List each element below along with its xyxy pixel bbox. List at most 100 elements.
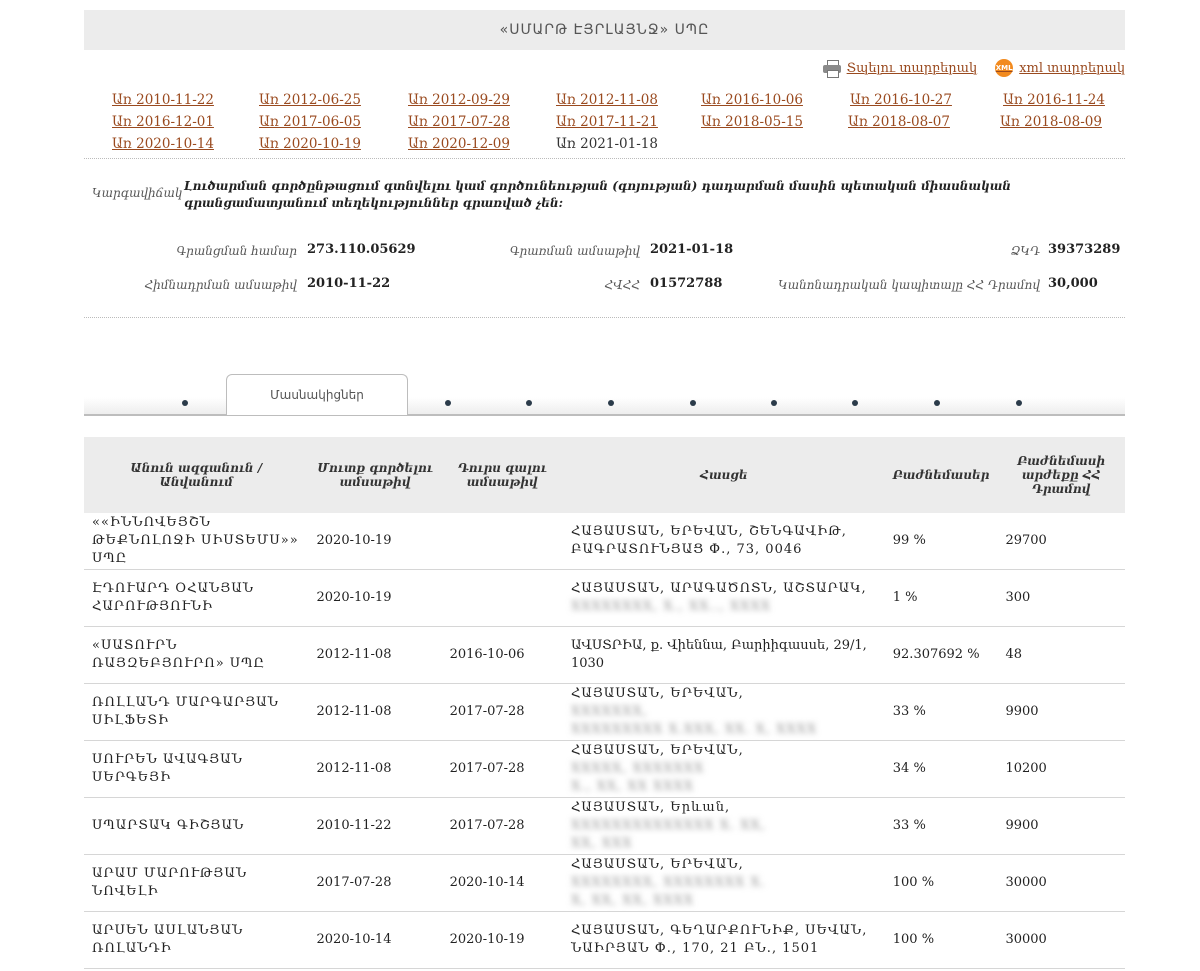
date-link[interactable]: Առ 2012-09-29: [408, 92, 510, 108]
status-text: Լուծարման գործընթացում գտնվելու կամ գործ…: [184, 179, 1011, 210]
code-label: ՁԿԴ: [1010, 244, 1040, 258]
actions-bar: Տպելու տարբերակ XML xml տարբերակ: [822, 58, 1125, 78]
participant-name: ««ԻՆՆՈՎԵՅՇՆ ԹԵՔՆՈԼՈՋԻ ՍԻՍՏԵՄՍ»» ՍՊԸ: [84, 513, 309, 570]
tab-dot[interactable]: [934, 400, 940, 406]
redacted-address: XXXXXXX, XXXXXXXXX X.XXX, XX. X, XXXX: [570, 704, 818, 737]
print-version-link[interactable]: Տպելու տարբերակ: [822, 58, 977, 78]
address-text: ՀԱՅԱՍՏԱՆ, Երևան,: [570, 800, 731, 815]
share-percent: 100 %: [884, 854, 998, 912]
date-link[interactable]: Առ 2017-11-21: [556, 114, 658, 130]
participant-name: ԷԴՈՒԱՐԴ ՕՀԱՆՅԱՆ ՀԱՐՈՒԹՅՈՒՆԻ: [84, 569, 309, 627]
tab-dot[interactable]: [690, 400, 696, 406]
share-percent: 33 %: [884, 683, 998, 741]
date-link[interactable]: Առ 2017-06-05: [259, 114, 361, 130]
share-percent: 99 %: [884, 513, 998, 570]
tab-dot[interactable]: [608, 400, 614, 406]
redacted-address: XXXXXXXX, X., XX.., XXXX: [570, 599, 771, 614]
share-percent: 92.307692 %: [884, 626, 998, 684]
history-dates: Առ 2010-11-22 Առ 2012-06-25 Առ 2012-09-2…: [84, 92, 1125, 158]
exit-date: 2016-10-06: [441, 626, 563, 684]
share-value: 29700: [997, 513, 1125, 570]
printer-icon: [822, 60, 841, 78]
company-extract: «ՍՄԱՐԹ ԷՅՐԼԱՅՆՋ» ՍՊԸ Տպելու տարբերակ XML…: [84, 10, 1125, 969]
participant-name: ՍՊԱՐՏԱԿ ԳԻՇՅԱՆ: [84, 797, 309, 855]
address-text: ՀԱՅԱՍՏԱՆ, ԵՐԵՎԱՆ,: [570, 743, 744, 758]
exit-date: 2017-07-28: [441, 683, 563, 741]
record-date-label: Գրառման ամսաթիվ: [509, 244, 640, 258]
xml-icon: XML: [995, 59, 1014, 77]
table-row: ՌՈԼԼԱՆԴ ՄԱՐԳԱՐՅԱՆ ՍԻԼՖԵՏԻ 2012-11-08 201…: [84, 683, 1125, 741]
share-value: 30000: [997, 854, 1125, 912]
date-link[interactable]: Առ 2016-10-06: [701, 92, 803, 108]
table-row: «ՍԱՏՈՒՐՆ ՌԱՅԶԵԲՅՈՒՐՈ» ՍՊԸ 2012-11-08 201…: [84, 626, 1125, 684]
address: ՀԱՅԱՍՏԱՆ, Երևան, XXXXXXXXXXXXXX X. XX, XX…: [562, 797, 885, 855]
date-link[interactable]: Առ 2018-05-15: [701, 114, 803, 130]
address: ՀԱՅԱՍՏԱՆ, ԵՐԵՎԱՆ, XXXXXXXX, XXXXXXXX X. X…: [562, 854, 885, 912]
column-header-entry-date: Մուտք գործելու ամսաթիվ: [308, 437, 442, 513]
tab-dot[interactable]: [526, 400, 532, 406]
date-link[interactable]: Առ 2012-11-08: [556, 92, 658, 108]
entry-date: 2012-11-08: [308, 626, 442, 684]
column-header-shares: Բաժնեմասեր: [884, 437, 998, 513]
address-text: ՀԱՅԱՍՏԱՆ, ԵՐԵՎԱՆ,: [570, 857, 744, 872]
status-label: Կարգավիճակ: [92, 186, 183, 200]
address: ՀԱՅԱՍՏԱՆ, ԵՐԵՎԱՆ, ՇԵՆԳԱՎԻԹ, ԲԱԳՐԱՏՈՒՆՅԱՑ…: [562, 513, 885, 570]
tin-label: ՀՎՀՀ: [604, 278, 640, 292]
date-link[interactable]: Առ 2016-10-27: [850, 92, 952, 108]
entry-date: 2020-10-19: [308, 569, 442, 627]
tab-dot[interactable]: [1016, 400, 1022, 406]
tab-participants[interactable]: Մասնակիցներ: [226, 374, 408, 415]
column-header-exit-date: Դուրս գալու ամսաթիվ: [441, 437, 563, 513]
founded-label: Հիմնադրման ամսաթիվ: [144, 278, 297, 292]
page-title: «ՍՄԱՐԹ ԷՅՐԼԱՅՆՋ» ՍՊԸ: [84, 10, 1125, 50]
table-header-row: Անուն ազգանուն / Անվանում Մուտք գործելու…: [84, 437, 1125, 513]
redacted-address: XXXXXXXX, XXXXXXXX X. X, XX, XX, XXXX: [570, 875, 766, 908]
participant-name: ԱՐՍԵՆ ԱՍԼԱՆՅԱՆ ՌՈԼԱՆԴԻ: [84, 911, 309, 969]
redacted-address: XXXXX, XXXXXXX X., XX, XX XXXX: [570, 761, 705, 794]
exit-date: 2020-10-19: [441, 911, 563, 969]
table-row: ԱՐՍԵՆ ԱՍԼԱՆՅԱՆ ՌՈԼԱՆԴԻ 2020-10-14 2020-1…: [84, 911, 1125, 969]
participants-table: Անուն ազգանուն / Անվանում Մուտք գործելու…: [84, 437, 1125, 969]
column-header-share-value: Բաժնեմասի արժեքը ՀՀ Դրամով: [997, 437, 1125, 513]
date-link[interactable]: Առ 2017-07-28: [408, 114, 510, 130]
table-row: ՍՊԱՐՏԱԿ ԳԻՇՅԱՆ 2010-11-22 2017-07-28 ՀԱՅ…: [84, 797, 1125, 855]
date-link[interactable]: Առ 2016-12-01: [112, 114, 214, 130]
date-link[interactable]: Առ 2012-06-25: [259, 92, 361, 108]
address: ԱՎՍՏՐԻԱ, ք. Վիեննա, Բարիիգասսե, 29/1, 10…: [562, 626, 885, 684]
record-date-value: 2021-01-18: [650, 242, 734, 257]
reg-number-value: 273.110.05629: [307, 242, 416, 257]
date-link[interactable]: Առ 2018-08-09: [1000, 114, 1102, 130]
participant-name: ԱՐԱՄ ՄԱՐՈՒԹՅԱՆ ՆՈՎԵԼԻ: [84, 854, 309, 912]
date-link[interactable]: Առ 2016-11-24: [1003, 92, 1105, 108]
entry-date: 2017-07-28: [308, 854, 442, 912]
participant-name: ՍՈՒՐԵՆ ԱՎԱԳՅԱՆ ՍԵՐԳԵՅԻ: [84, 740, 309, 798]
table-row: ՍՈՒՐԵՆ ԱՎԱԳՅԱՆ ՍԵՐԳԵՅԻ 2012-11-08 2017-0…: [84, 740, 1125, 798]
share-value: 9900: [997, 797, 1125, 855]
divider: [84, 317, 1125, 318]
tab-dot[interactable]: [771, 400, 777, 406]
divider: [84, 158, 1125, 159]
section-tabs: Մասնակիցներ: [84, 372, 1125, 416]
date-link[interactable]: Առ 2020-10-14: [112, 136, 214, 152]
reg-number-label: Գրանցման համար: [176, 244, 297, 258]
date-link[interactable]: Առ 2018-08-07: [848, 114, 950, 130]
date-link[interactable]: Առ 2020-10-19: [259, 136, 361, 152]
share-value: 10200: [997, 740, 1125, 798]
share-percent: 1 %: [884, 569, 998, 627]
code-value: 39373289: [1048, 242, 1121, 257]
exit-date: 2020-10-14: [441, 854, 563, 912]
dates-row-1: Առ 2010-11-22 Առ 2012-06-25 Առ 2012-09-2…: [84, 92, 1125, 114]
address: ՀԱՅԱՍՏԱՆ, ԱՐԱԳԱԾՈՏՆ, ԱՇՏԱՐԱԿ, XXXXXXXX, X…: [562, 569, 885, 627]
date-link[interactable]: Առ 2010-11-22: [112, 92, 214, 108]
share-value: 300: [997, 569, 1125, 627]
xml-version-link[interactable]: XML xml տարբերակ: [995, 58, 1125, 78]
capital-value: 30,000: [1048, 276, 1098, 291]
tab-dot[interactable]: [852, 400, 858, 406]
tab-dot[interactable]: [445, 400, 451, 406]
date-link[interactable]: Առ 2020-12-09: [408, 136, 510, 152]
exit-date: 2017-07-28: [441, 797, 563, 855]
share-value: 30000: [997, 911, 1125, 969]
participant-name: ՌՈԼԼԱՆԴ ՄԱՐԳԱՐՅԱՆ ՍԻԼՖԵՏԻ: [84, 683, 309, 741]
tab-dot[interactable]: [182, 400, 188, 406]
address-text: ՀԱՅԱՍՏԱՆ, ԵՐԵՎԱՆ,: [570, 686, 744, 701]
